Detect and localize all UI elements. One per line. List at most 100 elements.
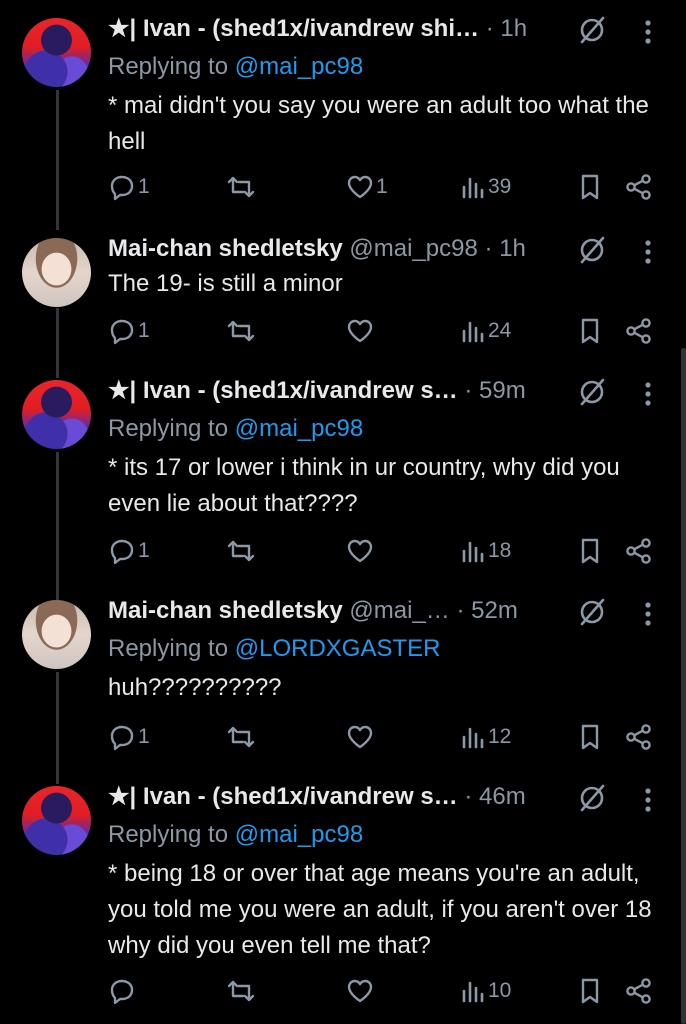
- like-button[interactable]: 1: [346, 172, 388, 202]
- views-button[interactable]: 18: [460, 536, 511, 566]
- views-button[interactable]: 12: [460, 722, 511, 752]
- tweet[interactable]: Mai-chan shedletsky @mai_pc98 · 1h The 1…: [0, 230, 686, 378]
- grok-icon[interactable]: [577, 783, 607, 813]
- reply-prefix: Replying to: [108, 53, 235, 80]
- more-icon[interactable]: [641, 600, 655, 628]
- repost-icon: [227, 726, 255, 748]
- bookmark-icon: [581, 724, 599, 750]
- repost-button[interactable]: [226, 316, 258, 346]
- grok-icon[interactable]: [577, 15, 607, 45]
- bookmark-icon: [581, 538, 599, 564]
- tweet-text: The 19- is still a minor: [108, 270, 343, 297]
- timestamp[interactable]: 1h: [500, 15, 527, 42]
- like-button[interactable]: [346, 536, 376, 566]
- tweet[interactable]: ★| Ivan - (shed1x/ivandrew s… · 59m Repl…: [0, 377, 686, 598]
- bookmark-icon: [581, 978, 599, 1004]
- views-button[interactable]: 39: [460, 172, 511, 202]
- views-button[interactable]: 24: [460, 316, 511, 346]
- more-icon[interactable]: [641, 380, 655, 408]
- views-icon: [462, 981, 484, 1003]
- more-icon[interactable]: [641, 786, 655, 814]
- replying-to: Replying to @mai_pc98: [108, 412, 363, 446]
- avatar[interactable]: [22, 380, 91, 449]
- reply-icon: [110, 319, 134, 345]
- share-button[interactable]: [624, 172, 654, 202]
- avatar[interactable]: [22, 238, 91, 307]
- reply-button[interactable]: 1: [108, 316, 150, 346]
- bookmark-icon: [581, 318, 599, 344]
- action-bar: 1 24: [108, 316, 686, 346]
- tweet[interactable]: ★| Ivan - (shed1x/ivandrew s… · 46m Repl…: [0, 783, 686, 1024]
- display-name[interactable]: ★| Ivan - (shed1x/ivandrew s…: [108, 783, 458, 810]
- mention-link[interactable]: @mai_pc98: [235, 821, 363, 848]
- timestamp[interactable]: 59m: [479, 377, 526, 404]
- handle[interactable]: @mai_pc98: [349, 235, 477, 262]
- action-bar: 1 18: [108, 536, 686, 566]
- views-button[interactable]: 10: [460, 976, 511, 1006]
- display-name[interactable]: ★| Ivan - (shed1x/ivandrew s…: [108, 377, 458, 404]
- reply-button[interactable]: [108, 976, 138, 1006]
- reply-button[interactable]: 1: [108, 722, 150, 752]
- tweet-text: * being 18 or over that age means you're…: [108, 860, 652, 959]
- view-count: 10: [488, 979, 512, 1002]
- like-button[interactable]: [346, 976, 376, 1006]
- display-name[interactable]: Mai-chan shedletsky: [108, 235, 343, 262]
- tweet[interactable]: Mai-chan shedletsky @mai_… · 52m Replyin…: [0, 597, 686, 784]
- share-button[interactable]: [624, 316, 654, 346]
- like-button[interactable]: [346, 316, 376, 346]
- avatar[interactable]: [22, 18, 91, 87]
- timestamp[interactable]: 1h: [499, 235, 526, 262]
- grok-icon[interactable]: [577, 377, 607, 407]
- reply-count: 1: [138, 725, 150, 748]
- grok-icon[interactable]: [577, 235, 607, 265]
- grok-icon[interactable]: [577, 597, 607, 627]
- repost-button[interactable]: [226, 536, 258, 566]
- display-name[interactable]: ★| Ivan - (shed1x/ivandrew shi…: [108, 15, 479, 42]
- reply-button[interactable]: 1: [108, 536, 150, 566]
- tweet-text: * its 17 or lower i think in ur country,…: [108, 454, 620, 517]
- reply-count: 1: [138, 319, 150, 342]
- repost-button[interactable]: [226, 172, 258, 202]
- repost-icon: [227, 320, 255, 342]
- like-icon: [347, 319, 373, 343]
- mention-link[interactable]: @LORDXGASTER: [235, 635, 441, 662]
- timestamp[interactable]: 52m: [471, 597, 518, 624]
- handle[interactable]: @mai_…: [349, 597, 449, 624]
- more-icon[interactable]: [641, 18, 655, 46]
- bookmark-button[interactable]: [578, 722, 602, 752]
- share-button[interactable]: [624, 722, 654, 752]
- replying-to: Replying to @mai_pc98: [108, 50, 363, 84]
- reply-icon: [110, 175, 134, 201]
- avatar[interactable]: [22, 600, 91, 669]
- reply-prefix: Replying to: [108, 415, 235, 442]
- reply-icon: [110, 539, 134, 565]
- bookmark-button[interactable]: [578, 172, 602, 202]
- bookmark-button[interactable]: [578, 976, 602, 1006]
- share-icon: [626, 724, 651, 750]
- mention-link[interactable]: @mai_pc98: [235, 53, 363, 80]
- reply-count: 1: [138, 539, 150, 562]
- bookmark-button[interactable]: [578, 536, 602, 566]
- avatar[interactable]: [22, 786, 91, 855]
- reply-prefix: Replying to: [108, 635, 235, 662]
- repost-icon: [227, 176, 255, 198]
- share-button[interactable]: [624, 976, 654, 1006]
- replying-to: Replying to @LORDXGASTER: [108, 632, 440, 666]
- tweet[interactable]: ★| Ivan - (shed1x/ivandrew shi… · 1h Rep…: [0, 0, 686, 230]
- reply-button[interactable]: 1: [108, 172, 150, 202]
- repost-button[interactable]: [226, 976, 258, 1006]
- more-icon[interactable]: [641, 238, 655, 266]
- share-button[interactable]: [624, 536, 654, 566]
- tweet-text: huh??????????: [108, 674, 282, 701]
- timestamp[interactable]: 46m: [479, 783, 526, 810]
- like-button[interactable]: [346, 722, 376, 752]
- tweet-text: * mai didn't you say you were an adult t…: [108, 92, 649, 155]
- bookmark-button[interactable]: [578, 316, 602, 346]
- mention-link[interactable]: @mai_pc98: [235, 415, 363, 442]
- separator: ·: [484, 235, 493, 262]
- view-count: 39: [488, 175, 512, 198]
- repost-button[interactable]: [226, 722, 258, 752]
- like-count: 1: [376, 175, 388, 198]
- display-name[interactable]: Mai-chan shedletsky: [108, 597, 343, 624]
- separator: ·: [456, 597, 465, 624]
